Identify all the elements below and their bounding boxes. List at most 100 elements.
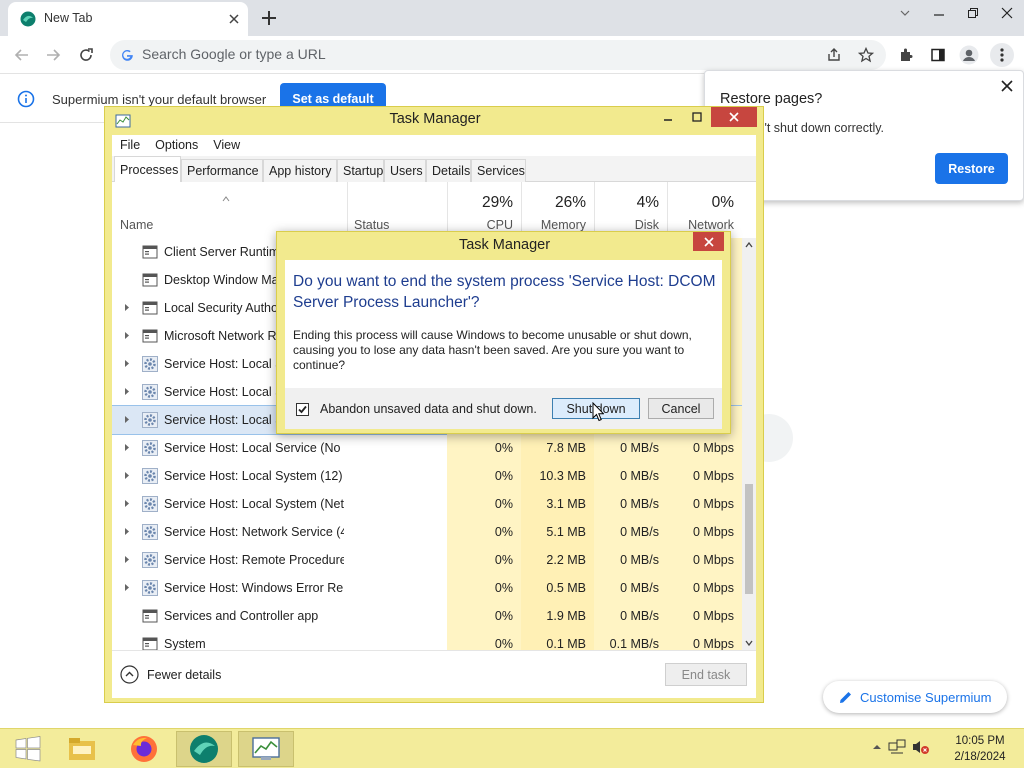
memory-cell: 3.1 MB [521, 490, 594, 518]
network-icon[interactable] [888, 739, 906, 755]
restore-button[interactable]: Restore [935, 153, 1008, 184]
file-explorer-icon[interactable] [54, 731, 110, 767]
disk-cell: 0 MB/s [594, 434, 667, 462]
expand-chevron-icon[interactable] [124, 527, 130, 536]
firefox-icon[interactable] [116, 731, 172, 767]
close-icon[interactable] [693, 232, 724, 251]
google-g-icon [120, 48, 134, 62]
network-cell: 0 Mbps [667, 518, 742, 546]
window-icon [142, 244, 158, 260]
supermium-taskbar-icon[interactable] [176, 731, 232, 767]
process-name: Service Host: Remote Procedure... [164, 553, 344, 567]
scroll-down-icon[interactable] [745, 640, 753, 646]
menu-options[interactable]: Options [147, 135, 205, 156]
tab-new-tab[interactable]: New Tab [8, 2, 248, 36]
menu-kebab-icon[interactable] [990, 43, 1014, 67]
profile-avatar-icon[interactable] [959, 45, 979, 65]
expand-chevron-icon[interactable] [124, 471, 130, 480]
tab-performance[interactable]: Performance [181, 159, 263, 182]
table-row[interactable]: Services and Controller app 0% 1.9 MB 0 MB/… [112, 602, 742, 630]
tab-app-history[interactable]: App history [263, 159, 337, 182]
table-row[interactable]: Service Host: Windows Error Re... 0% 0.5 M… [112, 574, 742, 602]
close-icon[interactable] [1001, 80, 1013, 92]
expand-chevron-icon[interactable] [124, 331, 130, 340]
window-icon [142, 300, 158, 316]
minimize-icon[interactable] [922, 0, 956, 26]
reload-icon[interactable] [76, 45, 96, 65]
clock[interactable]: 10:05 PM 2/18/2024 [945, 733, 1015, 765]
start-windows-icon[interactable] [0, 731, 56, 767]
table-row[interactable]: Service Host: Local Service (No ... 0% 7.8… [112, 434, 742, 462]
menu-view[interactable]: View [205, 135, 247, 156]
table-row[interactable]: Service Host: Local System (Net... 0% 3.1 … [112, 490, 742, 518]
vertical-scrollbar[interactable] [742, 238, 756, 650]
forward-arrow-icon[interactable] [43, 45, 63, 65]
restore-window-icon[interactable] [956, 0, 990, 26]
expand-chevron-icon[interactable] [124, 443, 130, 452]
extensions-icon[interactable] [896, 45, 916, 65]
table-row[interactable]: Service Host: Remote Procedure... 0% 2.2 M… [112, 546, 742, 574]
column-name[interactable]: Name [120, 218, 153, 232]
volume-muted-icon[interactable] [912, 739, 930, 755]
process-name: Service Host: Windows Error Re... [164, 581, 344, 595]
maximize-icon[interactable] [682, 107, 711, 127]
cpu-cell: 0% [447, 490, 521, 518]
cpu-cell: 0% [447, 630, 521, 650]
gear-icon [142, 580, 158, 596]
cpu-cell: 0% [447, 602, 521, 630]
expand-chevron-icon[interactable] [124, 359, 130, 368]
cpu-cell: 0% [447, 518, 521, 546]
system-tray [872, 739, 930, 755]
tab-search-chevron-icon[interactable] [888, 0, 922, 26]
bookmark-star-icon[interactable] [856, 45, 876, 65]
scrollbar-thumb[interactable] [745, 484, 753, 594]
table-row[interactable]: Service Host: Network Service (4) 0% 5.1 M… [112, 518, 742, 546]
expand-chevron-icon[interactable] [124, 303, 130, 312]
expand-chevron-icon[interactable] [124, 499, 130, 508]
expand-chevron-icon[interactable] [124, 415, 130, 424]
new-tab-plus-icon[interactable] [258, 7, 280, 29]
back-arrow-icon[interactable] [12, 45, 32, 65]
tab-strip: Processes Performance App history Startu… [112, 156, 756, 183]
cpu-total: 29% [481, 194, 513, 211]
info-icon [17, 90, 35, 108]
end-task-button[interactable]: End task [665, 663, 747, 686]
expand-chevron-icon[interactable] [124, 555, 130, 564]
customise-supermium-button[interactable]: Customise Supermium [823, 681, 1007, 713]
tab-startup[interactable]: Startup [337, 159, 384, 182]
tab-processes[interactable]: Processes [114, 156, 181, 183]
tab-details[interactable]: Details [426, 159, 471, 182]
browser-tab-strip: New Tab [0, 0, 1024, 36]
table-row[interactable]: Service Host: Local System (12) 0% 10.3 MB… [112, 462, 742, 490]
share-icon[interactable] [824, 45, 844, 65]
abandon-data-label[interactable]: Abandon unsaved data and shut down. [320, 402, 537, 416]
expand-chevron-icon[interactable] [124, 387, 130, 396]
tab-services[interactable]: Services [471, 159, 526, 182]
network-cell: 0 Mbps [667, 602, 742, 630]
disk-cell: 0.1 MB/s [594, 630, 667, 650]
memory-cell: 2.2 MB [521, 546, 594, 574]
side-panel-icon[interactable] [928, 45, 948, 65]
scroll-up-icon[interactable] [745, 242, 753, 248]
address-bar[interactable]: Search Google or type a URL [110, 40, 886, 70]
expand-chevron-icon[interactable] [124, 583, 130, 592]
process-name: Services and Controller app [164, 609, 319, 623]
network-cell: 0 Mbps [667, 574, 742, 602]
gear-icon [142, 524, 158, 540]
fewer-details-link[interactable]: Fewer details [120, 665, 221, 684]
end-process-dialog: Task Manager Do you want to end the syst… [276, 231, 731, 434]
tray-overflow-chevron-icon[interactable] [872, 743, 882, 751]
minimize-icon[interactable] [653, 107, 682, 127]
tab-close-icon[interactable] [226, 11, 242, 27]
task-manager-taskbar-icon[interactable] [238, 731, 294, 767]
abandon-data-checkbox[interactable] [296, 403, 309, 416]
taskbar: 10:05 PM 2/18/2024 [0, 728, 1024, 768]
tab-users[interactable]: Users [384, 159, 426, 182]
memory-cell: 0.1 MB [521, 630, 594, 650]
fewer-details-label: Fewer details [147, 667, 222, 682]
close-window-icon[interactable] [990, 0, 1024, 26]
menu-file[interactable]: File [112, 135, 147, 156]
close-window-icon[interactable] [711, 107, 757, 127]
cancel-button[interactable]: Cancel [648, 398, 714, 419]
table-row[interactable]: System 0% 0.1 MB 0.1 MB/s 0 Mbps [112, 630, 742, 650]
